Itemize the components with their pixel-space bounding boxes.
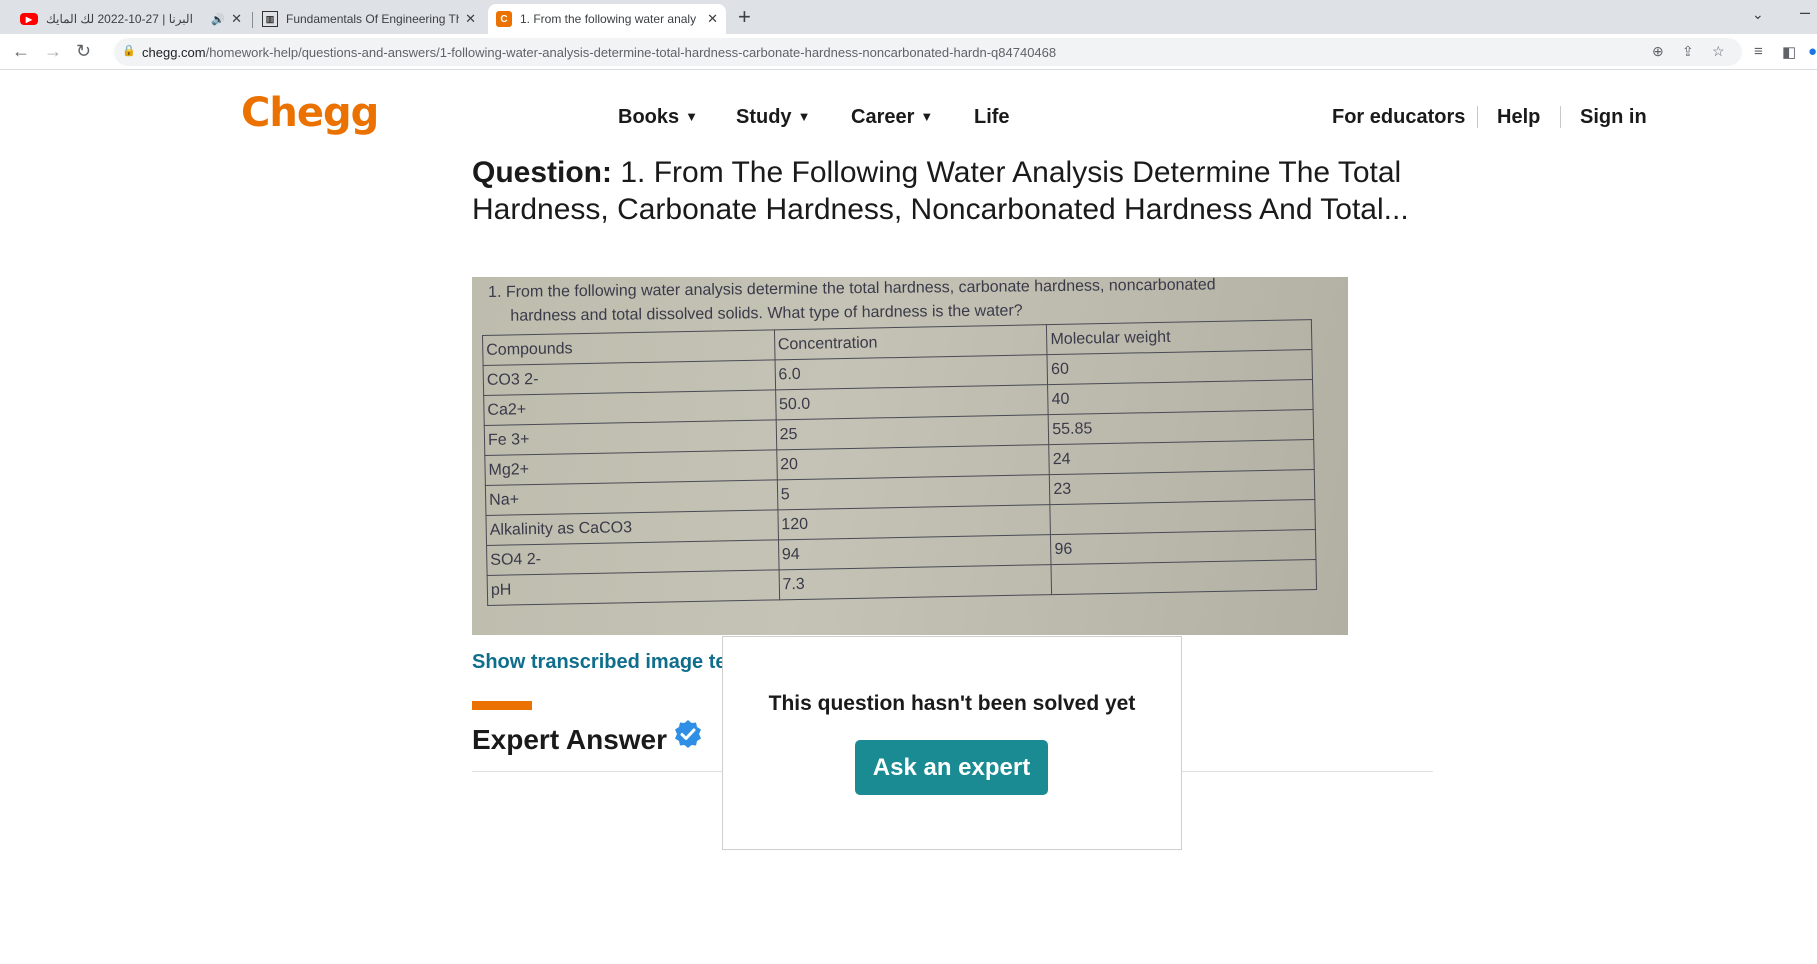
tab-title: 1. From the following water analy (520, 12, 697, 26)
question-image: 1. From the following water analysis det… (472, 277, 1348, 635)
section-accent-bar (472, 701, 532, 710)
nav-label: Books (618, 106, 680, 128)
unsolved-question-card: This question hasn't been solved yet Ask… (722, 636, 1182, 850)
tab-fundamentals[interactable]: ▥ Fundamentals Of Engineering Th ✕ (254, 4, 484, 34)
side-panel-icon[interactable]: ◧ (1782, 43, 1796, 61)
bookmark-star-icon[interactable]: ☆ (1712, 43, 1725, 60)
question-label: Question: (472, 156, 612, 189)
url-host: chegg.com (142, 45, 206, 60)
unsolved-title: This question hasn't been solved yet (768, 692, 1136, 715)
address-bar[interactable]: 🔒 chegg.com/homework-help/questions-and-… (114, 38, 1742, 66)
browser-toolbar: ← → ↻ 🔒 chegg.com/homework-help/question… (0, 34, 1817, 70)
caret-down-icon: ▼ (920, 109, 934, 124)
speaker-icon[interactable]: 🔊 (211, 13, 225, 26)
chegg-logo[interactable]: Chegg (241, 90, 379, 136)
tab-title: البرنا | 27-10-2022 لك المايك (46, 12, 193, 26)
lock-icon: 🔒 (122, 45, 136, 57)
tab-youtube[interactable]: ▶ البرنا | 27-10-2022 لك المايك 🔊 ✕ (12, 4, 250, 34)
tab-search-icon[interactable]: ⌄ (1752, 6, 1764, 23)
share-icon[interactable]: ⇪ (1682, 43, 1694, 60)
question-title: Question: 1. From The Following Water An… (472, 154, 1422, 228)
nav-label: Career (851, 106, 915, 128)
nav-books[interactable]: Books ▼ (618, 106, 698, 129)
chegg-icon: C (496, 11, 512, 27)
table-cell: pH (487, 569, 780, 606)
book-icon: ▥ (262, 11, 278, 27)
ask-expert-button[interactable]: Ask an expert (855, 740, 1048, 795)
water-analysis-table: Compounds Concentration Molecular weight… (482, 319, 1317, 606)
close-icon[interactable]: ✕ (465, 11, 476, 27)
nav-label: Life (974, 106, 1010, 128)
caret-down-icon: ▼ (797, 109, 811, 124)
youtube-icon: ▶ (20, 13, 38, 25)
url-path: /homework-help/questions-and-answers/1-f… (205, 45, 1057, 60)
forward-icon[interactable]: → (44, 41, 62, 61)
profile-icon[interactable]: ● (1808, 43, 1817, 60)
help-link[interactable]: Help (1497, 106, 1540, 129)
table-cell (1051, 559, 1317, 595)
tab-divider (252, 12, 253, 28)
url-text[interactable]: chegg.com/homework-help/questions-and-an… (142, 45, 1056, 60)
nav-label: Study (736, 106, 792, 128)
caret-down-icon: ▼ (685, 109, 698, 124)
tab-chegg[interactable]: C 1. From the following water analy ✕ (488, 4, 726, 34)
reading-list-icon[interactable]: ≡ (1754, 43, 1763, 60)
close-icon[interactable]: ✕ (231, 11, 242, 27)
back-icon[interactable]: ← (12, 41, 30, 61)
verified-badge-icon (675, 720, 701, 748)
reload-icon[interactable]: ↻ (76, 41, 91, 61)
for-educators-link[interactable]: For educators (1332, 106, 1465, 129)
table-cell: 7.3 (778, 564, 1052, 600)
question-text: 1. From The Following Water Analysis Det… (472, 156, 1409, 226)
new-tab-button[interactable]: + (738, 6, 751, 28)
close-icon[interactable]: ✕ (707, 11, 718, 27)
expert-answer-heading: Expert Answer (472, 724, 668, 755)
tab-strip: ▶ البرنا | 27-10-2022 لك المايك 🔊 ✕ ▥ Fu… (0, 0, 1817, 34)
minimize-button[interactable]: – (1800, 2, 1810, 23)
header-divider (1477, 106, 1478, 128)
nav-life[interactable]: Life (974, 106, 1010, 129)
nav-career[interactable]: Career ▼ (851, 106, 933, 129)
zoom-icon[interactable]: ⊕ (1652, 43, 1664, 60)
header-divider (1560, 106, 1561, 128)
tab-title: Fundamentals Of Engineering Th (286, 12, 460, 26)
nav-study[interactable]: Study ▼ (736, 106, 810, 129)
show-transcribed-link[interactable]: Show transcribed image tex (472, 651, 738, 674)
sign-in-link[interactable]: Sign in (1580, 106, 1647, 129)
